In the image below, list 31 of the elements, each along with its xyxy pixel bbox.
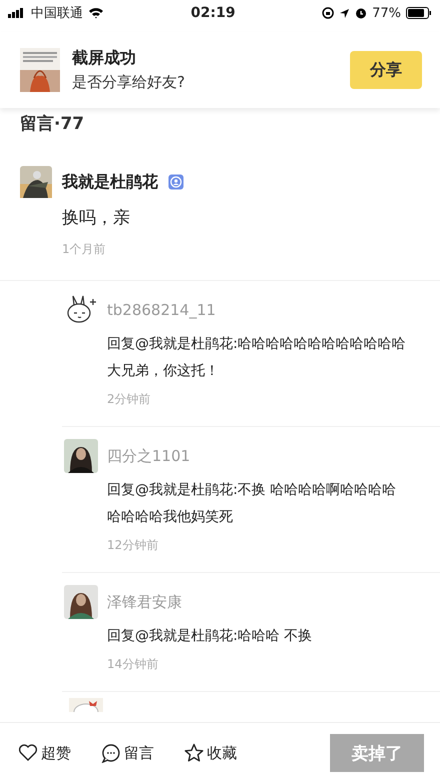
comment-time: 1个月前	[62, 241, 107, 258]
star-icon	[184, 743, 204, 763]
action-button[interactable]: 留言	[101, 743, 154, 763]
reply-text: 回复@我就是杜鹃花:不换 哈哈哈哈啊哈哈哈哈哈哈哈哈我他妈笑死	[107, 481, 398, 527]
banner-title: 截屏成功	[72, 48, 137, 69]
carrier-name: 中国联通	[31, 5, 83, 22]
user-name: 泽锋君安康	[107, 592, 182, 612]
share-button[interactable]: 分享	[350, 51, 422, 89]
banner-message: 是否分享给好友?	[72, 73, 186, 92]
user-name: tb2868214_11	[107, 301, 216, 319]
section-title: 留言·77	[19, 113, 86, 134]
user-name: 四分之1101	[107, 446, 190, 466]
reply-time: 14分钟前	[107, 656, 160, 673]
battery-icon	[406, 7, 432, 19]
rotation-lock-icon	[322, 7, 334, 19]
speech-bubble-icon	[101, 743, 121, 763]
alarm-icon	[355, 7, 368, 19]
reply-time: 2分钟前	[107, 391, 152, 408]
action-button[interactable]: 超赞	[18, 743, 71, 763]
location-icon	[339, 8, 350, 18]
reply-text: 回复@我就是杜鹃花:哈哈哈哈哈哈哈哈哈哈哈哈大兄弟，你这托！	[107, 335, 407, 381]
signal-icon	[8, 8, 26, 18]
comment-text: 换吗，亲	[62, 207, 131, 229]
battery-percent: 77%	[372, 6, 401, 20]
wifi-icon	[88, 7, 104, 19]
heart-icon	[18, 743, 38, 763]
user-name: 我就是杜鹃花	[62, 172, 158, 192]
status-time: 02:19	[190, 5, 236, 21]
action-button[interactable]: 收藏	[184, 743, 237, 763]
reply-time: 12分钟前	[107, 537, 160, 554]
reply-text: 回复@我就是杜鹃花:哈哈哈 不换	[107, 627, 314, 646]
